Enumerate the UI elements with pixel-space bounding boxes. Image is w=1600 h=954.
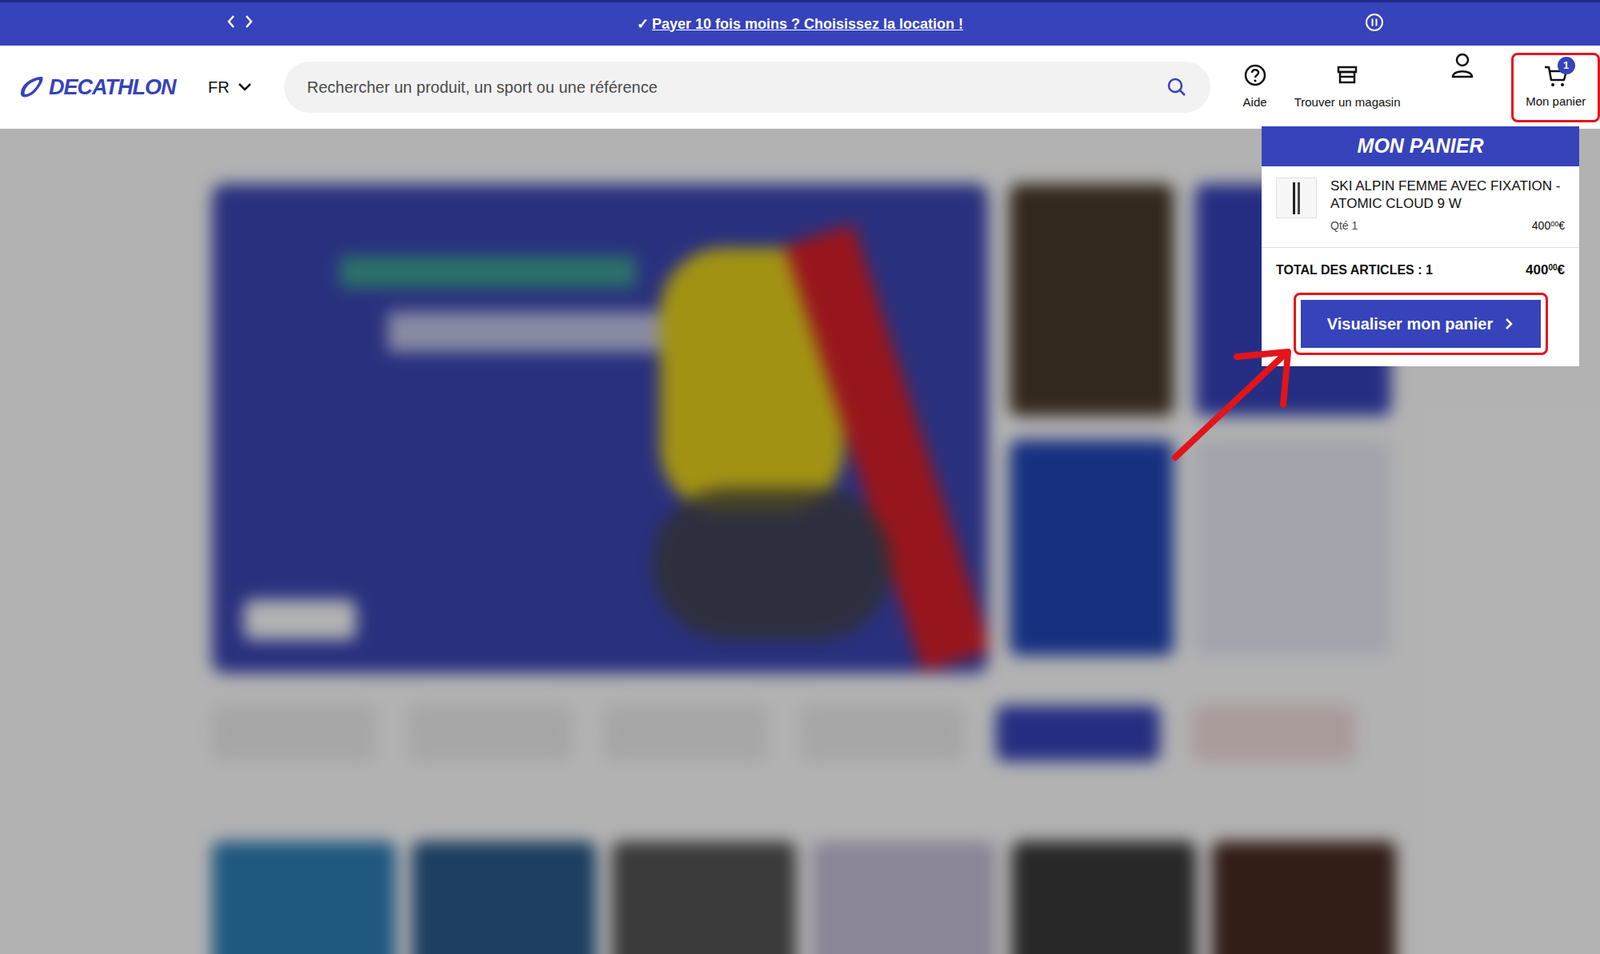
logo[interactable]: DECATHLON xyxy=(18,71,178,104)
help-icon xyxy=(1243,63,1268,88)
previous-icon[interactable] xyxy=(225,13,237,30)
language-selector[interactable]: FR xyxy=(208,75,252,100)
user-icon xyxy=(1450,52,1475,80)
cart-button[interactable]: 1 Mon panier xyxy=(1511,52,1600,123)
cart-popup-title: MON PANIER xyxy=(1261,126,1580,167)
header: DECATHLON FR Aide Trouver un magasin 1 M… xyxy=(0,45,1600,129)
pause-icon[interactable] xyxy=(1364,12,1384,32)
promo-strip: ✓ Payer 10 fois moins ? Choisissez la lo… xyxy=(0,0,1600,46)
cart-item-info: SKI ALPIN FEMME AVEC FIXATION - ATOMIC C… xyxy=(1330,177,1565,235)
cart-popup: MON PANIER SKI ALPIN FEMME AVEC FIXATION… xyxy=(1261,126,1580,367)
search-icon[interactable] xyxy=(1166,76,1188,98)
search-input[interactable] xyxy=(307,75,1167,100)
account-link[interactable] xyxy=(1438,52,1487,80)
chevron-right-icon xyxy=(1504,316,1514,332)
logo-icon xyxy=(18,75,46,100)
product-price: 40000€ xyxy=(1532,217,1565,235)
chevron-down-icon xyxy=(237,82,252,92)
product-name[interactable]: SKI ALPIN FEMME AVEC FIXATION - ATOMIC C… xyxy=(1330,177,1565,213)
cart-item[interactable]: SKI ALPIN FEMME AVEC FIXATION - ATOMIC C… xyxy=(1261,166,1580,248)
product-quantity: Qté 1 xyxy=(1330,217,1358,235)
promo-link[interactable]: Payer 10 fois moins ? Choisissez la loca… xyxy=(652,13,964,36)
cart-total-price: 40000€ xyxy=(1525,260,1565,281)
search-bar[interactable] xyxy=(284,61,1211,113)
view-cart-button[interactable]: Visualiser mon panier xyxy=(1300,300,1541,348)
cart-total-row: TOTAL DES ARTICLES : 1 40000€ xyxy=(1261,248,1580,293)
help-link[interactable]: Aide xyxy=(1227,63,1284,112)
ski-icon xyxy=(1297,182,1300,215)
cart-count-badge: 1 xyxy=(1557,56,1576,75)
ski-icon xyxy=(1292,182,1296,215)
next-icon[interactable] xyxy=(243,13,255,30)
product-thumbnail[interactable] xyxy=(1276,177,1317,219)
check-icon: ✓ xyxy=(636,13,649,36)
store-locator[interactable]: Trouver un magasin xyxy=(1287,63,1407,112)
annotation-box: Visualiser mon panier xyxy=(1293,292,1548,356)
store-icon xyxy=(1335,63,1360,88)
